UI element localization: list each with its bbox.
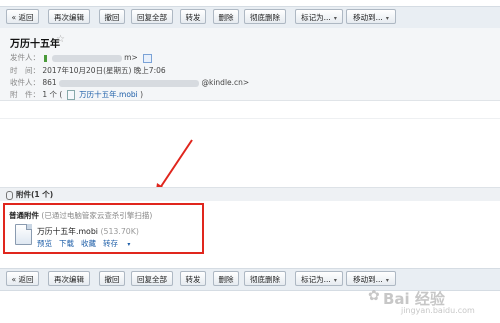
reply-all-button[interactable]: 回复全部: [131, 271, 173, 286]
annotation-highlight-box: [3, 203, 204, 254]
move-to-dropdown[interactable]: 移动到... ▾: [346, 271, 396, 286]
mark-as-label: 标记为...: [301, 275, 331, 284]
paperclip-icon: [6, 190, 13, 200]
attachment-title-text: 附件(1 个): [16, 190, 54, 199]
chevron-down-icon: ▾: [385, 277, 389, 284]
recall-button[interactable]: 撤回: [99, 271, 125, 286]
paw-logo-icon: ✿: [368, 288, 380, 304]
move-to-label: 移动到...: [353, 275, 383, 284]
attachment-bar: [0, 187, 500, 201]
mark-as-dropdown[interactable]: 标记为... ▾: [295, 271, 343, 286]
attachment-title: 附件(1 个): [6, 189, 53, 200]
watermark-url: jingyan.baidu.com: [401, 306, 475, 315]
permanent-delete-button[interactable]: 彻底删除: [244, 271, 286, 286]
forward-button[interactable]: 转发: [180, 271, 206, 286]
reedit-button[interactable]: 再次编辑: [48, 271, 90, 286]
delete-button[interactable]: 删除: [213, 271, 239, 286]
chevron-down-icon: ▾: [333, 277, 337, 284]
arrow-shaft: [159, 139, 193, 189]
back-button[interactable]: « 返回: [6, 271, 39, 286]
